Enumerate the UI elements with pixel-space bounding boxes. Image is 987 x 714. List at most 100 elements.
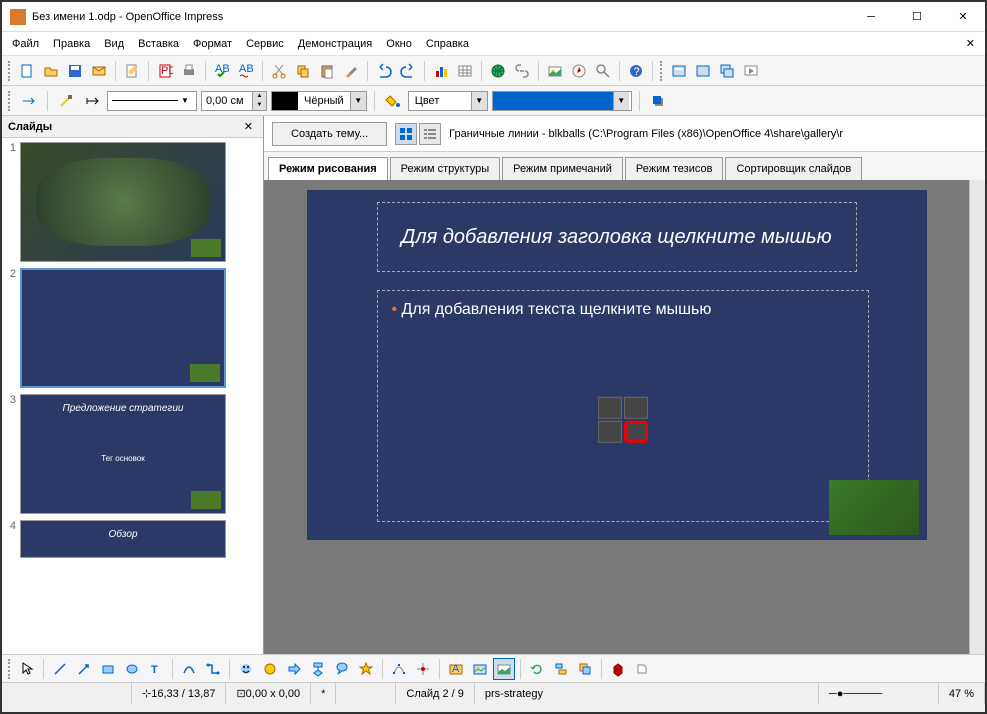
tab-notes[interactable]: Режим примечаний [502,157,623,180]
toolbar-handle[interactable] [8,659,12,679]
insert-table-icon[interactable] [598,397,622,419]
current-slide[interactable]: Для добавления заголовка щелкните мышью … [307,190,927,540]
maximize-button[interactable]: ☐ [903,6,931,28]
menu-file[interactable]: Файл [6,35,45,53]
table-icon[interactable] [454,60,476,82]
cut-icon[interactable] [268,60,290,82]
mail-icon[interactable] [88,60,110,82]
spellcheck-icon[interactable]: ABC [211,60,233,82]
chart-icon[interactable] [430,60,452,82]
rotate-icon[interactable] [526,658,548,680]
tab-sorter[interactable]: Сортировщик слайдов [725,157,862,180]
menu-tools[interactable]: Сервис [240,35,290,53]
body-placeholder[interactable]: Для добавления текста щелкните мышью [377,290,869,522]
basic-shapes-icon[interactable] [235,658,257,680]
duplicate-slide-icon[interactable] [716,60,738,82]
symbol-shapes-icon[interactable] [259,658,281,680]
edit-icon[interactable] [121,60,143,82]
insert-chart-icon[interactable] [624,397,648,419]
slide-design-icon[interactable] [692,60,714,82]
flowchart-icon[interactable] [307,658,329,680]
tab-handout[interactable]: Режим тезисов [625,157,724,180]
arrow-style-icon[interactable] [18,90,40,112]
paste-icon[interactable] [316,60,338,82]
line-arrow-icon[interactable] [73,658,95,680]
callout-icon[interactable] [331,658,353,680]
create-theme-button[interactable]: Создать тему... [272,122,387,146]
line-width-spinner[interactable]: ▲▼ [201,91,267,111]
select-icon[interactable] [16,658,38,680]
zoom-icon[interactable] [592,60,614,82]
menu-window[interactable]: Окно [380,35,418,53]
line-width-input[interactable] [202,92,252,110]
block-arrow-icon[interactable] [283,658,305,680]
copy-icon[interactable] [292,60,314,82]
slide-layout-icon[interactable] [668,60,690,82]
menu-help[interactable]: Справка [420,35,475,53]
tab-outline[interactable]: Режим структуры [390,157,501,180]
connector-icon[interactable] [202,658,224,680]
open-icon[interactable] [40,60,62,82]
line-pattern-combo[interactable]: ▼ [107,91,197,111]
star-icon[interactable] [355,658,377,680]
from-file-icon[interactable] [469,658,491,680]
line-style-icon[interactable] [55,90,77,112]
navigator-icon[interactable] [568,60,590,82]
status-zoom-slider[interactable]: ─●───── [819,683,939,704]
points-icon[interactable] [388,658,410,680]
slide-thumb[interactable]: 1 [6,142,259,262]
hyperlink-icon[interactable] [487,60,509,82]
menu-edit[interactable]: Правка [47,35,96,53]
curve-icon[interactable] [178,658,200,680]
close-button[interactable]: ✕ [949,6,977,28]
save-icon[interactable] [64,60,86,82]
gallery-icon[interactable] [544,60,566,82]
new-icon[interactable] [16,60,38,82]
link-icon[interactable] [511,60,533,82]
line-icon[interactable] [49,658,71,680]
ellipse-icon[interactable] [121,658,143,680]
title-placeholder[interactable]: Для добавления заголовка щелкните мышью [377,202,857,272]
help-icon[interactable]: ? [625,60,647,82]
print-icon[interactable] [178,60,200,82]
close-panel-icon[interactable]: ✕ [240,120,257,133]
arrange-icon[interactable] [574,658,596,680]
rect-icon[interactable] [97,658,119,680]
pdf-icon[interactable]: PDF [154,60,176,82]
redo-icon[interactable] [397,60,419,82]
gallery-icon[interactable] [493,658,515,680]
align-icon[interactable] [550,658,572,680]
status-zoom[interactable]: 47 % [939,683,985,704]
slide-thumb[interactable]: 2 [6,268,259,388]
extrusion-icon[interactable] [607,658,629,680]
fill-type-combo[interactable]: Цвет▼ [408,91,488,111]
fill-color-combo[interactable]: ▼ [492,91,632,111]
menu-insert[interactable]: Вставка [132,35,185,53]
large-icons-button[interactable] [395,123,417,145]
close-doc-button[interactable]: ✕ [960,37,981,50]
fill-icon[interactable] [382,90,404,112]
tab-drawing[interactable]: Режим рисования [268,157,388,180]
toolbar-handle[interactable] [660,61,664,81]
fontwork-icon[interactable]: A [445,658,467,680]
slide-thumb[interactable]: 4 Обзор [6,520,259,558]
toggle-icon[interactable] [631,658,653,680]
slideshow-icon[interactable] [740,60,762,82]
brush-icon[interactable] [340,60,362,82]
menu-format[interactable]: Формат [187,35,238,53]
line-color-combo[interactable]: Чёрный▼ [271,91,367,111]
insert-movie-icon[interactable] [624,421,648,443]
list-view-button[interactable] [419,123,441,145]
autospell-icon[interactable]: ABC [235,60,257,82]
vertical-scrollbar[interactable] [969,180,985,654]
menu-slideshow[interactable]: Демонстрация [292,35,379,53]
slide-canvas[interactable]: Для добавления заголовка щелкните мышью … [264,180,985,654]
arrowheads-icon[interactable] [81,90,103,112]
insert-image-icon[interactable] [598,421,622,443]
gluepoints-icon[interactable] [412,658,434,680]
toolbar-handle[interactable] [8,91,12,111]
shadow-icon[interactable] [647,90,669,112]
slide-thumb[interactable]: 3 Предложение стратегииТег основок [6,394,259,514]
text-icon[interactable]: T [145,658,167,680]
undo-icon[interactable] [373,60,395,82]
